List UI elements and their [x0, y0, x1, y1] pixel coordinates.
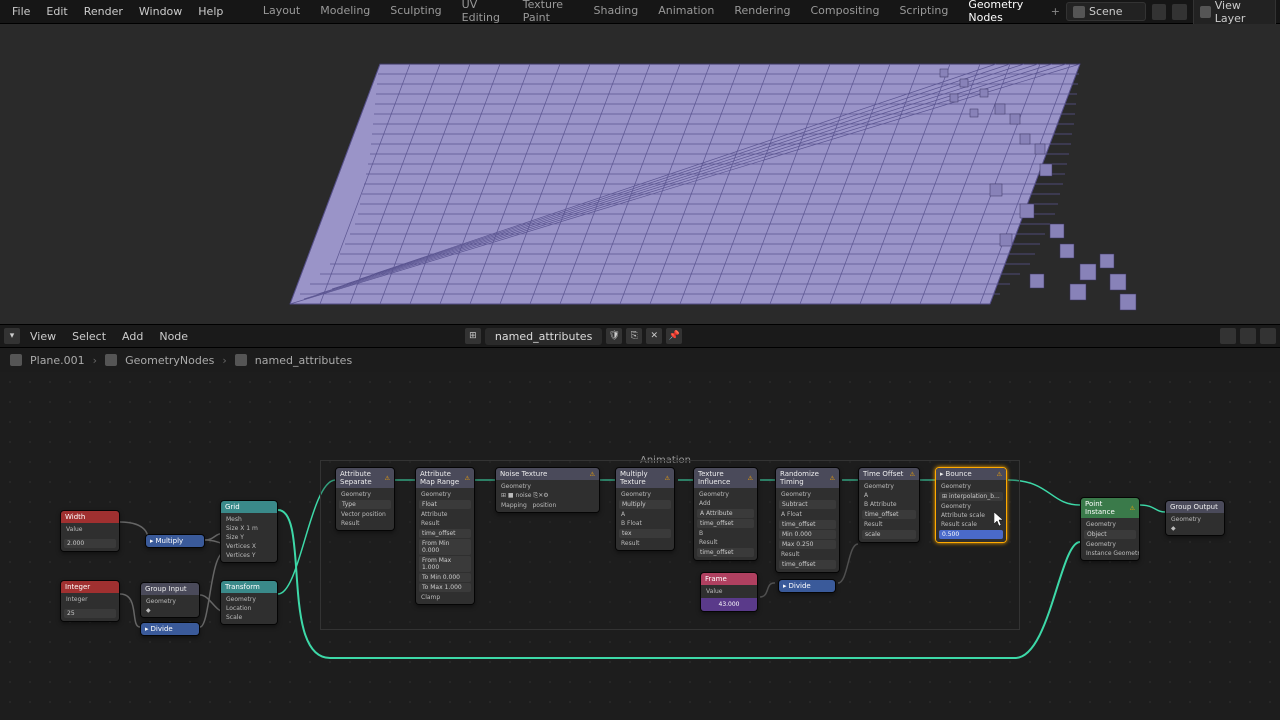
- options-icon[interactable]: [1260, 328, 1276, 344]
- menu-window[interactable]: Window: [131, 2, 190, 21]
- node-editor-header: ▾ View Select Add Node ⊞ named_attribute…: [0, 324, 1280, 348]
- node-menu-select[interactable]: Select: [66, 328, 112, 345]
- shield-icon[interactable]: 🛡: [606, 328, 622, 344]
- tab-animation[interactable]: Animation: [648, 0, 724, 23]
- modifier-icon: [105, 354, 117, 366]
- node-grid[interactable]: Grid Mesh Size X 1 m Size Y Vertices X V…: [220, 500, 278, 563]
- snap-icon[interactable]: [1240, 328, 1256, 344]
- nodetree-name-field[interactable]: named_attributes: [485, 328, 602, 345]
- node-point-instance[interactable]: Point Instance⚠ Geometry Object Geometry…: [1080, 497, 1140, 561]
- duplicate-icon[interactable]: ⎘: [626, 328, 642, 344]
- menu-edit[interactable]: Edit: [38, 2, 75, 21]
- breadcrumb: Plane.001 › GeometryNodes › named_attrib…: [0, 348, 1280, 372]
- node-menu-add[interactable]: Add: [116, 328, 149, 345]
- add-workspace-button[interactable]: +: [1045, 5, 1066, 18]
- node-time-offset[interactable]: Time Offset⚠ Geometry A B Attribute time…: [858, 467, 920, 543]
- node-frame-value[interactable]: Frame Value 43.000: [700, 572, 758, 612]
- node-editor-canvas[interactable]: Animation Width Value 2.000 Integer Inte…: [0, 372, 1280, 720]
- node-divide-2[interactable]: ▸ Divide: [778, 579, 836, 593]
- tab-layout[interactable]: Layout: [253, 0, 310, 23]
- scene-icon: [1073, 6, 1085, 18]
- layers-icon: [1200, 6, 1211, 18]
- node-menu-view[interactable]: View: [24, 328, 62, 345]
- nodetree-icon: [235, 354, 247, 366]
- node-noise-texture[interactable]: Noise Texture⚠ Geometry ⊞ ■ noise ⎘✕⚙ Ma…: [495, 467, 600, 513]
- node-menu-node[interactable]: Node: [153, 328, 194, 345]
- node-attribute-separate[interactable]: Attribute Separate⚠ Geometry Type Vector…: [335, 467, 395, 531]
- node-multiply[interactable]: ▸ Multiply: [145, 534, 205, 548]
- tab-shading[interactable]: Shading: [584, 0, 649, 23]
- mouse-cursor: [994, 512, 1006, 528]
- breadcrumb-object[interactable]: Plane.001: [30, 354, 85, 367]
- 3d-viewport[interactable]: [0, 24, 1280, 324]
- top-menubar: File Edit Render Window Help Layout Mode…: [0, 0, 1280, 24]
- node-texture-influence[interactable]: Texture Influence⚠ Geometry Add A Attrib…: [693, 467, 758, 561]
- nodetree-icon[interactable]: ⊞: [465, 328, 481, 344]
- tab-rendering[interactable]: Rendering: [724, 0, 800, 23]
- node-transform[interactable]: Transform Geometry Location Scale: [220, 580, 278, 625]
- breadcrumb-modifier[interactable]: GeometryNodes: [125, 354, 214, 367]
- menu-help[interactable]: Help: [190, 2, 231, 21]
- node-randomize-timing[interactable]: Randomize Timing⚠ Geometry Subtract A Fl…: [775, 467, 840, 573]
- node-divide[interactable]: ▸ Divide: [140, 622, 200, 636]
- menu-render[interactable]: Render: [76, 2, 131, 21]
- chevron-right-icon: ›: [93, 354, 97, 367]
- scene-name: Scene: [1089, 5, 1123, 18]
- node-integer[interactable]: Integer Integer 25: [60, 580, 120, 622]
- tab-sculpting[interactable]: Sculpting: [380, 0, 451, 23]
- tab-compositing[interactable]: Compositing: [800, 0, 889, 23]
- scene-selector[interactable]: Scene: [1066, 2, 1146, 21]
- node-multiply-texture[interactable]: Multiply Texture⚠ Geometry Multiply A B …: [615, 467, 675, 551]
- delete-scene-icon[interactable]: [1172, 4, 1186, 20]
- breadcrumb-tree[interactable]: named_attributes: [255, 354, 352, 367]
- overlay-icon[interactable]: [1220, 328, 1236, 344]
- menu-file[interactable]: File: [4, 2, 38, 21]
- node-group-output[interactable]: Group Output Geometry◆: [1165, 500, 1225, 536]
- chevron-right-icon: ›: [222, 354, 226, 367]
- close-icon[interactable]: ✕: [646, 328, 662, 344]
- pin-icon[interactable]: 📌: [666, 328, 682, 344]
- viewlayer-name: View Layer: [1215, 0, 1269, 25]
- node-width[interactable]: Width Value 2.000: [60, 510, 120, 552]
- tab-scripting[interactable]: Scripting: [889, 0, 958, 23]
- node-group-input[interactable]: Group Input Geometry◆: [140, 582, 200, 618]
- new-scene-icon[interactable]: [1152, 4, 1166, 20]
- node-bounce[interactable]: ▸ Bounce⚠ Geometry ⊞ interpolation_b... …: [935, 467, 1007, 543]
- object-icon: [10, 354, 22, 366]
- editor-type-icon[interactable]: ▾: [4, 328, 20, 344]
- node-attribute-map-range[interactable]: Attribute Map Range⚠ Geometry Float Attr…: [415, 467, 475, 605]
- tab-modeling[interactable]: Modeling: [310, 0, 380, 23]
